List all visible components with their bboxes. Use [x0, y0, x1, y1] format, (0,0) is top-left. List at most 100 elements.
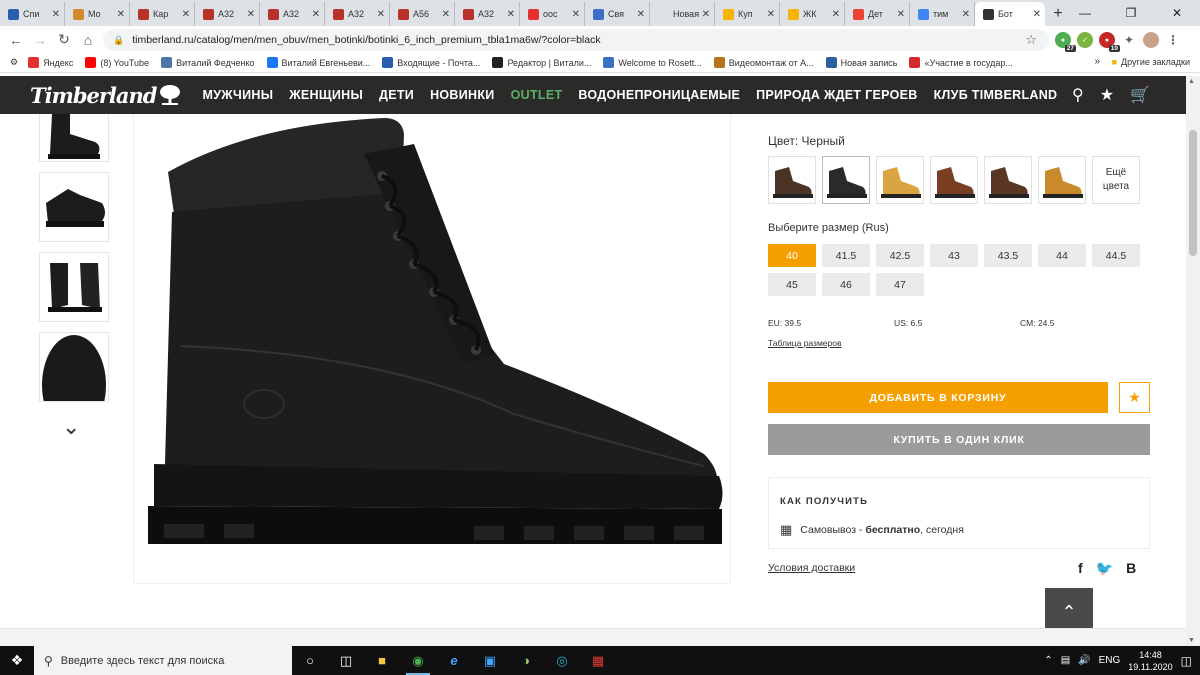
bookmark-item[interactable]: Видеомонтаж от А... — [713, 57, 814, 68]
language-indicator[interactable]: ENG — [1099, 655, 1121, 666]
favorites-star-icon[interactable]: ★ — [1100, 85, 1114, 105]
close-window-icon[interactable]: ✕ — [1154, 0, 1200, 26]
browser-tab[interactable]: А32 ✕ — [455, 2, 520, 26]
add-to-cart-button[interactable]: ДОБАВИТЬ В КОРЗИНУ — [768, 382, 1108, 413]
chevron-down-icon[interactable]: ⌄ — [62, 414, 80, 440]
browser-tab[interactable]: Спи ✕ — [0, 2, 65, 26]
profile-avatar[interactable] — [1143, 32, 1159, 48]
other-bookmarks[interactable]: ■ Другие закладки — [1112, 57, 1190, 67]
task-view-icon[interactable]: ◫ — [328, 646, 364, 675]
tab-close-icon[interactable]: ✕ — [962, 9, 970, 20]
browser-tab[interactable]: А32 ✕ — [325, 2, 390, 26]
color-swatch[interactable] — [984, 156, 1032, 204]
size-option[interactable]: 40 — [768, 244, 816, 267]
scroll-down-icon[interactable]: ▼ — [1188, 637, 1195, 644]
tab-close-icon[interactable]: ✕ — [312, 9, 320, 20]
bookmark-item[interactable]: Редактор | Витали... — [492, 57, 591, 68]
size-option[interactable]: 45 — [768, 273, 816, 296]
browser-tab[interactable]: Мо ✕ — [65, 2, 130, 26]
browser-tab[interactable]: А32 ✕ — [195, 2, 260, 26]
menu-dots-icon[interactable]: ⋮ — [1165, 32, 1181, 48]
size-option[interactable]: 42.5 — [876, 244, 924, 267]
nav-item[interactable]: ВОДОНЕПРОНИЦАЕМЫЕ — [578, 88, 740, 102]
paint-icon[interactable]: ◑ — [508, 646, 544, 675]
restore-icon[interactable]: ❐ — [1108, 0, 1154, 26]
tab-close-icon[interactable]: ✕ — [247, 9, 255, 20]
forward-icon[interactable]: → — [28, 28, 52, 52]
tab-close-icon[interactable]: ✕ — [572, 9, 580, 20]
bookmark-item[interactable]: Виталий Евгеньеви... — [266, 57, 370, 68]
size-option[interactable]: 44 — [1038, 244, 1086, 267]
browser-tab[interactable]: ЖК ✕ — [780, 2, 845, 26]
product-thumbnail[interactable] — [39, 172, 109, 242]
more-colors-button[interactable]: Ещё цвета — [1092, 156, 1140, 204]
bookmark-item[interactable]: «Участие в государ... — [909, 57, 1013, 68]
extension-green-icon[interactable]: ● 27 — [1055, 32, 1076, 52]
color-swatch[interactable] — [768, 156, 816, 204]
page-scrollbar[interactable]: ▲ ▼ — [1186, 76, 1200, 646]
windows-start-icon[interactable]: ❖ — [0, 646, 34, 675]
tab-close-icon[interactable]: ✕ — [117, 9, 125, 20]
address-bar[interactable]: 🔒 timberland.ru/catalog/men/men_obuv/men… — [103, 29, 1049, 51]
browser-tab[interactable]: Дет ✕ — [845, 2, 910, 26]
product-thumbnail[interactable] — [39, 252, 109, 322]
nav-item[interactable]: МУЖЧИНЫ — [202, 88, 273, 102]
bookmarks-overflow-button[interactable]: » — [1094, 56, 1100, 67]
scroll-thumb[interactable] — [1189, 130, 1197, 256]
tab-close-icon[interactable]: ✕ — [1033, 9, 1041, 20]
size-chart-link[interactable]: Таблица размеров — [768, 338, 842, 348]
apps-icon[interactable]: ⚙ — [10, 57, 18, 68]
nav-item[interactable]: ЖЕНЩИНЫ — [289, 88, 363, 102]
tab-close-icon[interactable]: ✕ — [377, 9, 385, 20]
size-option[interactable]: 47 — [876, 273, 924, 296]
search-icon[interactable]: ⚲ — [1072, 85, 1084, 105]
size-option[interactable]: 41.5 — [822, 244, 870, 267]
tab-close-icon[interactable]: ✕ — [767, 9, 775, 20]
browser-tab[interactable]: Бот ✕ — [975, 2, 1045, 26]
tab-close-icon[interactable]: ✕ — [702, 9, 710, 20]
home-icon[interactable]: ⌂ — [76, 28, 100, 52]
color-swatch[interactable] — [930, 156, 978, 204]
browser-tab[interactable]: Кар ✕ — [130, 2, 195, 26]
reload-icon[interactable]: ↻ — [52, 28, 76, 52]
tab-close-icon[interactable]: ✕ — [507, 9, 515, 20]
tab-close-icon[interactable]: ✕ — [182, 9, 190, 20]
extension-red-icon[interactable]: ● 10 — [1099, 32, 1120, 52]
color-swatch[interactable] — [1038, 156, 1086, 204]
scroll-up-icon[interactable]: ▲ — [1188, 78, 1195, 85]
bookmark-item[interactable]: Виталий Федченко — [161, 57, 255, 68]
chrome-icon[interactable]: ◉ — [400, 646, 436, 675]
nav-item[interactable]: ДЕТИ — [379, 88, 414, 102]
volume-icon[interactable]: 🔊 — [1078, 655, 1090, 666]
ie-icon[interactable]: e — [436, 646, 472, 675]
browser-tab[interactable]: Свя ✕ — [585, 2, 650, 26]
nav-item[interactable]: OUTLET — [511, 88, 563, 102]
main-product-image[interactable] — [133, 114, 731, 584]
size-option[interactable]: 44.5 — [1092, 244, 1140, 267]
clock[interactable]: 14:48 19.11.2020 — [1128, 649, 1172, 673]
cortana-icon[interactable]: ○ — [292, 646, 328, 675]
nav-item[interactable]: ПРИРОДА ЖДЕТ ГЕРОЕВ — [756, 88, 917, 102]
site-logo[interactable]: Timberland — [30, 83, 182, 108]
notifications-icon[interactable]: ◫ — [1181, 654, 1192, 668]
cart-icon[interactable]: 🛒 — [1130, 85, 1150, 105]
puzzle-icon[interactable]: ✦ — [1121, 32, 1137, 48]
edge-icon[interactable]: ◎ — [544, 646, 580, 675]
color-swatch[interactable] — [876, 156, 924, 204]
wishlist-button[interactable]: ★ — [1119, 382, 1150, 413]
product-thumbnail[interactable] — [39, 332, 109, 402]
browser-tab[interactable]: А56 ✕ — [390, 2, 455, 26]
bookmark-item[interactable]: (8) YouTube — [85, 57, 149, 68]
size-option[interactable]: 46 — [822, 273, 870, 296]
shipping-terms-link[interactable]: Условия доставки — [768, 562, 855, 574]
photos-icon[interactable]: ▣ — [472, 646, 508, 675]
tab-close-icon[interactable]: ✕ — [897, 9, 905, 20]
size-option[interactable]: 43 — [930, 244, 978, 267]
browser-tab[interactable]: оос ✕ — [520, 2, 585, 26]
bookmark-item[interactable]: Яндекс — [28, 57, 73, 68]
tab-close-icon[interactable]: ✕ — [442, 9, 450, 20]
bookmark-item[interactable]: Новая запись — [825, 57, 897, 68]
size-option[interactable]: 43.5 — [984, 244, 1032, 267]
color-swatch[interactable] — [822, 156, 870, 204]
bookmark-item[interactable]: Welcome to Rosett... — [603, 57, 702, 68]
